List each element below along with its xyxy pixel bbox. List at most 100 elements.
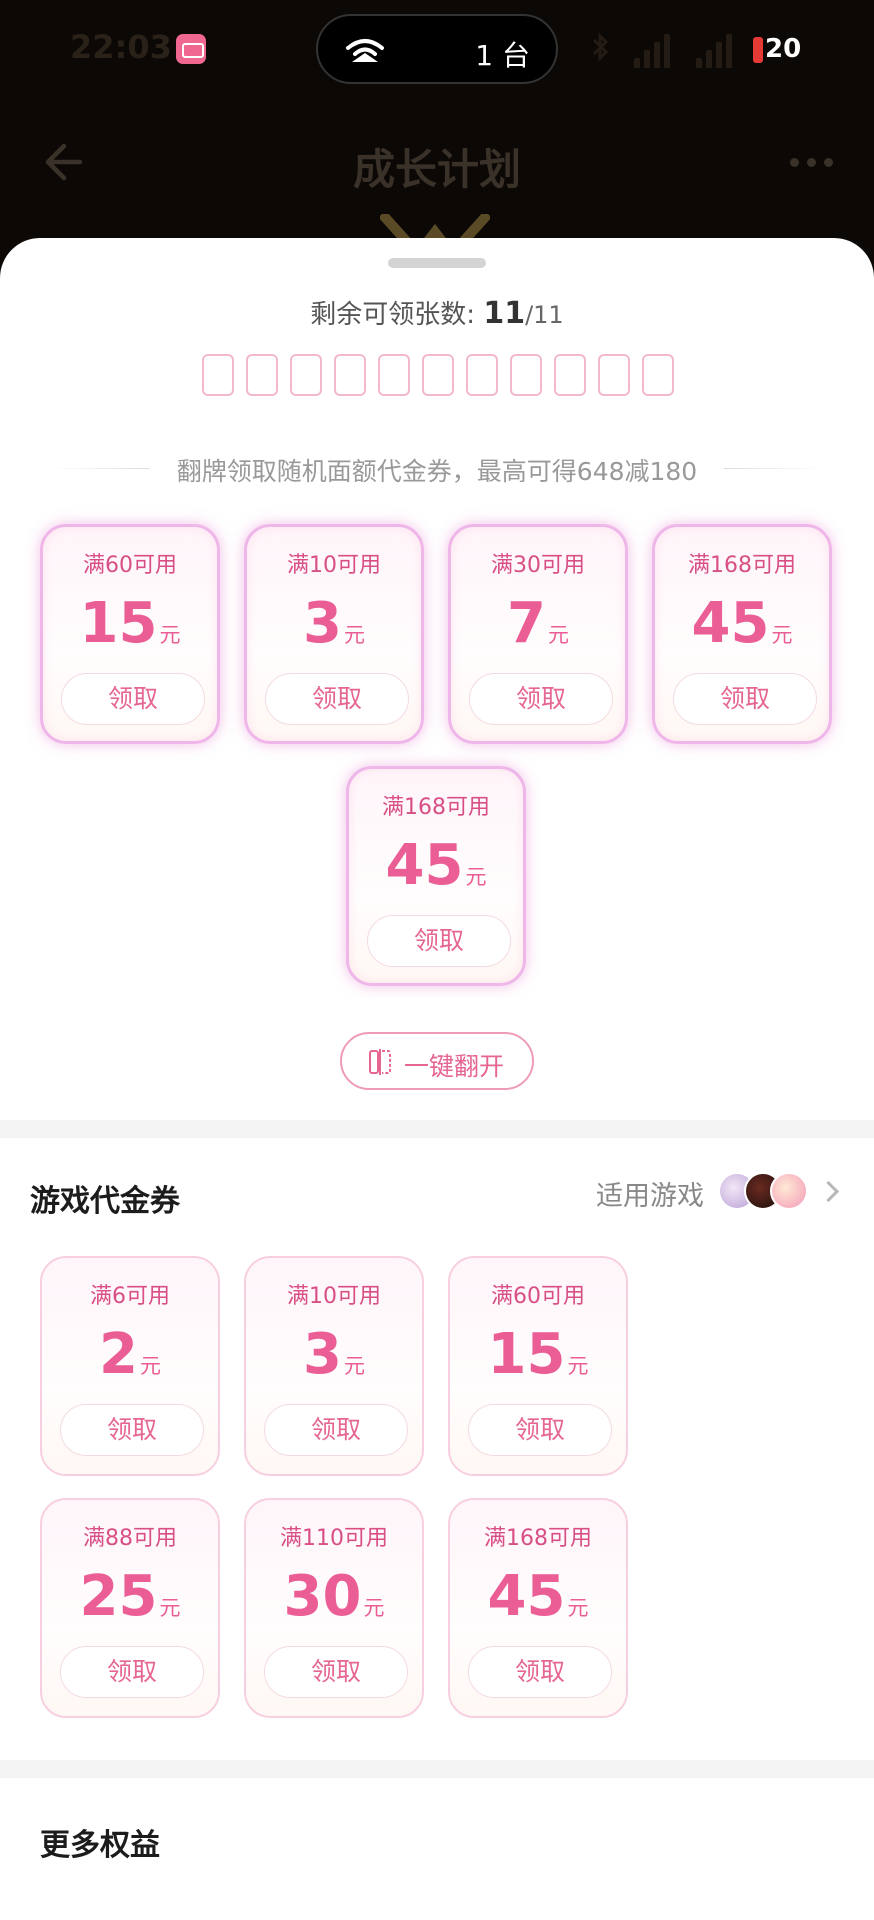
coupon-condition: 满30可用 bbox=[491, 553, 585, 578]
flip-hint: 翻牌领取随机面额代金券，最高可得648减180 bbox=[0, 448, 874, 488]
page-title: 成长计划 bbox=[352, 145, 521, 194]
coupon-unit: 元 bbox=[465, 865, 487, 889]
flip-hint-text: 翻牌领取随机面额代金券，最高可得648减180 bbox=[176, 457, 698, 486]
coupon-unit: 元 bbox=[139, 1354, 161, 1378]
coupon-unit: 元 bbox=[159, 1596, 181, 1620]
section-title-more-benefits: 更多权益 bbox=[40, 1828, 160, 1863]
remaining-label: 剩余可领张数: bbox=[310, 300, 484, 330]
coupon-value: 15元 bbox=[43, 591, 217, 656]
remaining-count: 剩余可领张数: 11/11 bbox=[0, 294, 874, 331]
coupon-condition: 满168可用 bbox=[484, 1526, 592, 1551]
claim-button[interactable]: 领取 bbox=[469, 673, 613, 725]
island-device-count: 1 台 bbox=[475, 39, 530, 72]
flip-coupon-card[interactable]: 满168可用 45元 领取 bbox=[652, 524, 832, 744]
coupon-value: 45元 bbox=[349, 833, 523, 898]
slot bbox=[422, 354, 454, 396]
coupon-condition: 满168可用 bbox=[382, 795, 490, 820]
coupon-amount: 45 bbox=[385, 833, 464, 898]
coupon-condition: 满168可用 bbox=[688, 553, 796, 578]
coupon-amount: 25 bbox=[79, 1564, 158, 1629]
claim-button[interactable]: 领取 bbox=[468, 1404, 612, 1456]
flip-coupon-card[interactable]: 满10可用 3元 领取 bbox=[244, 524, 424, 744]
section-divider bbox=[0, 1120, 874, 1138]
coupon-unit: 元 bbox=[567, 1596, 589, 1620]
flip-all-label: 一键翻开 bbox=[404, 1052, 505, 1081]
sheet-drag-handle[interactable] bbox=[388, 258, 486, 268]
claim-button[interactable]: 领取 bbox=[673, 673, 817, 725]
claim-button[interactable]: 领取 bbox=[265, 673, 409, 725]
more-options-icon[interactable] bbox=[790, 158, 834, 168]
coupon-unit: 元 bbox=[567, 1354, 589, 1378]
flip-coupon-card[interactable]: 满30可用 7元 领取 bbox=[448, 524, 628, 744]
coupon-value: 30元 bbox=[246, 1564, 422, 1629]
coupon-amount: 45 bbox=[487, 1564, 566, 1629]
claim-button[interactable]: 领取 bbox=[61, 673, 205, 725]
coupon-unit: 元 bbox=[771, 623, 793, 647]
coupon-amount: 7 bbox=[507, 591, 546, 656]
slot bbox=[554, 354, 586, 396]
claim-button[interactable]: 领取 bbox=[468, 1646, 612, 1698]
chevron-right-icon bbox=[817, 1180, 840, 1203]
coupon-amount: 45 bbox=[691, 591, 770, 656]
coupon-amount: 2 bbox=[99, 1322, 138, 1387]
flip-all-button[interactable]: 一键翻开 bbox=[340, 1032, 534, 1090]
section-divider bbox=[0, 1760, 874, 1778]
coupon-value: 3元 bbox=[246, 1322, 422, 1387]
slot bbox=[202, 354, 234, 396]
dynamic-island[interactable]: 1 台 bbox=[316, 14, 558, 84]
coupon-value: 15元 bbox=[450, 1322, 626, 1387]
game-coupon-card[interactable]: 满168可用 45元 领取 bbox=[448, 1498, 628, 1718]
claim-button[interactable]: 领取 bbox=[367, 915, 511, 967]
coupon-condition: 满10可用 bbox=[287, 1284, 381, 1309]
game-coupon-card[interactable]: 满88可用 25元 领取 bbox=[40, 1498, 220, 1718]
slot bbox=[246, 354, 278, 396]
coupon-condition: 满60可用 bbox=[83, 553, 177, 578]
status-bar: 22:03 1 台 20 bbox=[0, 0, 874, 100]
wifi-icon bbox=[346, 39, 384, 62]
game-coupon-card[interactable]: 满6可用 2元 领取 bbox=[40, 1256, 220, 1476]
coupon-condition: 满88可用 bbox=[83, 1526, 177, 1551]
claim-button[interactable]: 领取 bbox=[60, 1404, 204, 1456]
slot bbox=[598, 354, 630, 396]
game-coupon-card[interactable]: 满10可用 3元 领取 bbox=[244, 1256, 424, 1476]
coupon-unit: 元 bbox=[363, 1596, 385, 1620]
divider bbox=[724, 468, 824, 469]
claim-button[interactable]: 领取 bbox=[60, 1646, 204, 1698]
battery-level: 20 bbox=[765, 34, 802, 64]
flip-card-icon bbox=[369, 1049, 391, 1075]
slot bbox=[290, 354, 322, 396]
coupon-amount: 30 bbox=[283, 1564, 362, 1629]
applicable-games-link[interactable]: 适用游戏 bbox=[516, 1172, 840, 1212]
applicable-games-label: 适用游戏 bbox=[596, 1181, 704, 1212]
game-coupon-card[interactable]: 满60可用 15元 领取 bbox=[448, 1256, 628, 1476]
coupon-unit: 元 bbox=[343, 1354, 365, 1378]
slot bbox=[466, 354, 498, 396]
coupon-amount: 15 bbox=[79, 591, 158, 656]
battery-icon bbox=[753, 37, 763, 63]
game-coupon-card[interactable]: 满110可用 30元 领取 bbox=[244, 1498, 424, 1718]
coupon-value: 45元 bbox=[450, 1564, 626, 1629]
coupon-amount: 3 bbox=[303, 1322, 342, 1387]
coupon-value: 7元 bbox=[451, 591, 625, 656]
app-notification-icon bbox=[176, 34, 206, 64]
coupon-value: 3元 bbox=[247, 591, 421, 656]
game-avatar bbox=[770, 1172, 808, 1210]
slot bbox=[334, 354, 366, 396]
coupon-condition: 满110可用 bbox=[280, 1526, 388, 1551]
claim-button[interactable]: 领取 bbox=[264, 1404, 408, 1456]
section-title-game-vouchers: 游戏代金券 bbox=[30, 1184, 180, 1219]
coupon-condition: 满6可用 bbox=[90, 1284, 170, 1309]
bottom-sheet: 剩余可领张数: 11/11 翻牌领取随机面额代金券，最高可得648减180 满6… bbox=[0, 238, 874, 1920]
slot bbox=[642, 354, 674, 396]
nav-bar: 成长计划 bbox=[0, 100, 874, 220]
status-time: 22:03 bbox=[70, 28, 172, 66]
coupon-value: 2元 bbox=[42, 1322, 218, 1387]
coupon-condition: 满60可用 bbox=[491, 1284, 585, 1309]
bluetooth-icon bbox=[592, 32, 609, 62]
flip-coupon-card[interactable]: 满168可用 45元 领取 bbox=[346, 766, 526, 986]
claim-button[interactable]: 领取 bbox=[264, 1646, 408, 1698]
flip-coupon-card[interactable]: 满60可用 15元 领取 bbox=[40, 524, 220, 744]
slot bbox=[510, 354, 542, 396]
coupon-amount: 3 bbox=[303, 591, 342, 656]
coupon-amount: 15 bbox=[487, 1322, 566, 1387]
